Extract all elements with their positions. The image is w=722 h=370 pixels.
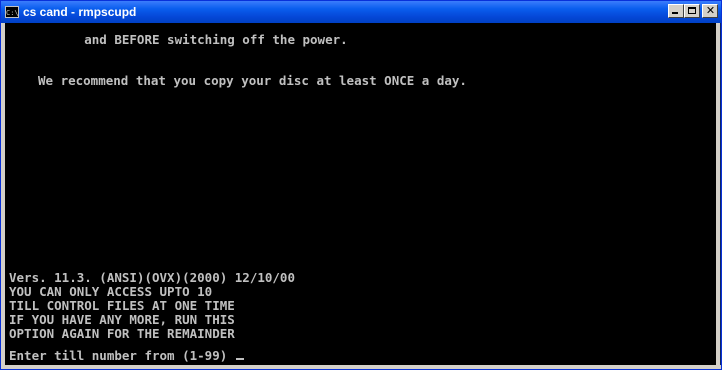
console-line: YOU CAN ONLY ACCESS UPTO 10: [9, 284, 213, 299]
console-window: C:\ cs cand - rmpscupd ✕ and BEFORE swit…: [0, 0, 722, 370]
console-app-icon[interactable]: C:\: [5, 6, 19, 18]
title-buttons: ✕: [668, 4, 718, 18]
maximize-icon: [688, 7, 696, 14]
console-output[interactable]: and BEFORE switching off the power. We r…: [5, 23, 717, 365]
minimize-button[interactable]: [668, 4, 684, 18]
close-icon: ✕: [705, 4, 716, 17]
prompt-text: Enter till number from (1-99): [9, 348, 235, 363]
console-line: OPTION AGAIN FOR THE REMAINDER: [9, 326, 235, 341]
console-line: IF YOU HAVE ANY MORE, RUN THIS: [9, 312, 235, 327]
console-line: and BEFORE switching off the power.: [9, 32, 348, 47]
minimize-icon: [672, 12, 678, 14]
version-line: Vers. 11.3. (ANSI)(OVX)(2000) 12/10/00: [9, 270, 295, 285]
window-title: cs cand - rmpscupd: [23, 5, 137, 19]
text-cursor: [235, 358, 244, 360]
window-right-border: [716, 23, 720, 369]
console-line: We recommend that you copy your disc at …: [38, 73, 467, 88]
close-button[interactable]: ✕: [702, 4, 718, 18]
title-bar[interactable]: C:\ cs cand - rmpscupd ✕: [1, 1, 721, 23]
console-line: TILL CONTROL FILES AT ONE TIME: [9, 298, 235, 313]
maximize-button[interactable]: [684, 4, 700, 18]
window-bottom-border: [1, 365, 721, 369]
input-prompt[interactable]: Enter till number from (1-99): [9, 349, 244, 363]
